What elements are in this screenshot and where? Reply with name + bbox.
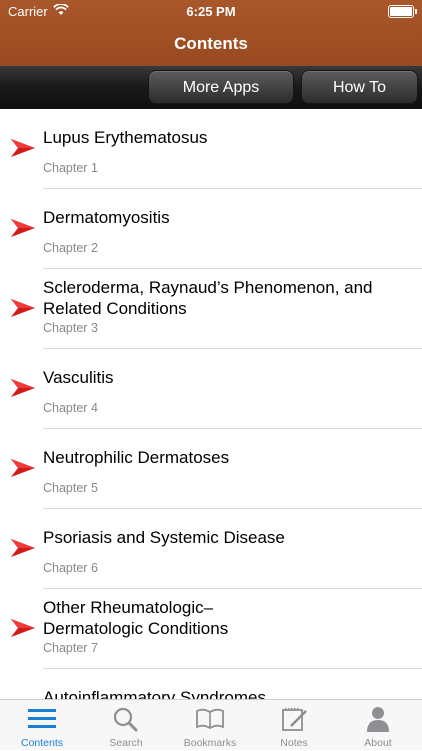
- page-title: Contents: [174, 34, 248, 53]
- list-item[interactable]: Lupus Erythematosus Chapter 1: [0, 109, 422, 189]
- chapter-title: Neutrophilic Dermatoses: [43, 448, 230, 467]
- chevron-right-icon: [11, 379, 35, 397]
- chevron-right-icon: [11, 539, 35, 557]
- chapter-number: Chapter 7: [43, 641, 98, 655]
- chapter-title: Lupus Erythematosus: [43, 128, 208, 147]
- search-icon: [113, 707, 138, 732]
- chapter-number: Chapter 1: [43, 161, 98, 175]
- nav-bar: Carrier 6:25 PM Contents: [0, 0, 422, 66]
- list-item[interactable]: Autoinflammatory Syndromes: [0, 669, 422, 699]
- tab-bookmarks[interactable]: Bookmarks: [168, 700, 252, 751]
- tab-bar: Contents Search Bookmarks Notes About: [0, 699, 422, 750]
- notes-icon: [282, 708, 307, 731]
- tab-label: Contents: [20, 737, 64, 749]
- chapter-title: Scleroderma, Raynaud’s Phenomenon, and R…: [43, 278, 373, 318]
- chevron-right-icon: [11, 299, 35, 317]
- chapter-number: Chapter 6: [43, 561, 98, 575]
- status-bar: Carrier 6:25 PM: [0, 0, 422, 24]
- chevron-right-icon: [11, 619, 35, 637]
- chapter-number: Chapter 4: [43, 401, 98, 415]
- battery-icon: [388, 5, 417, 18]
- list-item[interactable]: Other Rheumatologic–Dermatologic Conditi…: [0, 589, 422, 669]
- tab-label: Notes: [280, 737, 308, 749]
- clock: 6:25 PM: [186, 4, 236, 19]
- tab-label: About: [364, 737, 392, 749]
- chevron-right-icon: [11, 219, 35, 237]
- tab-about[interactable]: About: [336, 700, 420, 751]
- chapter-number: Chapter 3: [43, 321, 98, 335]
- list-item[interactable]: Psoriasis and Systemic Disease Chapter 6: [0, 509, 422, 589]
- chevron-right-icon: [11, 459, 35, 477]
- list-item[interactable]: Vasculitis Chapter 4: [0, 349, 422, 429]
- book-icon: [196, 708, 224, 730]
- tab-search[interactable]: Search: [84, 700, 168, 751]
- chapter-number: Chapter 2: [43, 241, 98, 255]
- tab-notes[interactable]: Notes: [252, 700, 336, 751]
- tab-label: Search: [109, 737, 143, 749]
- list-item[interactable]: Neutrophilic Dermatoses Chapter 5: [0, 429, 422, 509]
- chapter-title: Vasculitis: [43, 368, 114, 387]
- chapter-title: Autoinflammatory Syndromes: [43, 688, 266, 699]
- tab-contents[interactable]: Contents: [0, 700, 84, 751]
- chapter-title: Psoriasis and Systemic Disease: [43, 528, 285, 547]
- chapter-number: Chapter 5: [43, 481, 98, 495]
- list-item[interactable]: Scleroderma, Raynaud’s Phenomenon, and R…: [0, 269, 422, 349]
- chapter-title: Other Rheumatologic–Dermatologic Conditi…: [43, 598, 229, 638]
- chapter-title: Dermatomyositis: [43, 208, 170, 227]
- toolbar: More Apps How To: [0, 66, 422, 109]
- chapter-list: Lupus Erythematosus Chapter 1 Dermatomyo…: [0, 109, 422, 699]
- list-item[interactable]: Dermatomyositis Chapter 2: [0, 189, 422, 269]
- tab-label: Bookmarks: [183, 737, 237, 749]
- person-icon: [367, 707, 389, 732]
- how-to-button[interactable]: How To: [301, 70, 418, 104]
- chevron-right-icon: [11, 139, 35, 157]
- more-apps-button[interactable]: More Apps: [148, 70, 294, 104]
- list-icon: [28, 709, 56, 728]
